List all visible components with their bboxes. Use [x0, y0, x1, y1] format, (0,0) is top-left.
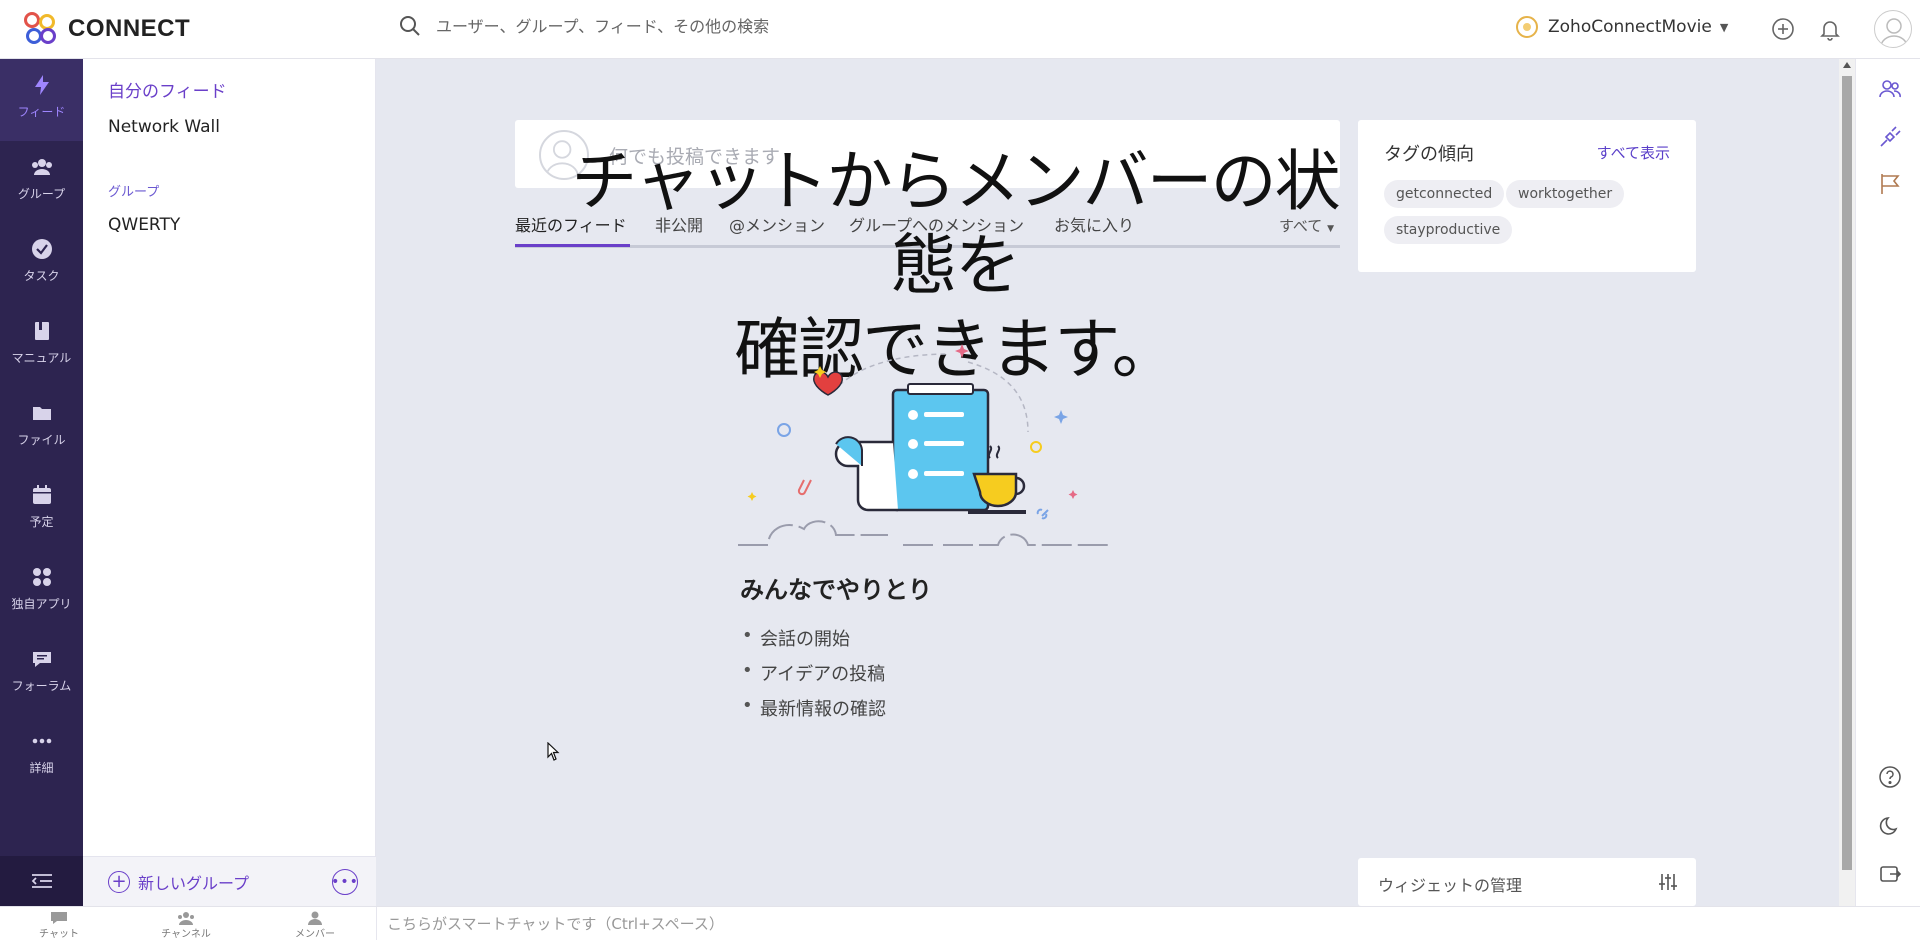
help-icon[interactable]: [1878, 765, 1902, 789]
user-silhouette-icon: [1880, 18, 1908, 47]
app-logo[interactable]: CONNECT: [22, 10, 190, 48]
add-icon[interactable]: [1770, 16, 1796, 42]
bottom-member-button[interactable]: メンバー: [275, 911, 355, 940]
search-icon: [400, 16, 420, 36]
sidebar-footer: + 新しいグループ •••: [83, 856, 376, 906]
exit-panel-icon[interactable]: [1878, 862, 1902, 886]
empty-state-title: みんなでやりとり: [740, 576, 932, 604]
nav-manual[interactable]: マニュアル: [0, 305, 83, 387]
check-circle-icon: [31, 239, 52, 259]
channel-icon: [178, 912, 194, 925]
list-item: アイデアの投稿: [742, 660, 886, 695]
network-switcher[interactable]: ZohoConnectMovie ▼: [1516, 16, 1728, 38]
more-options-icon[interactable]: •••: [331, 869, 358, 895]
nav-groups[interactable]: グループ: [0, 141, 83, 223]
chat-icon: [51, 912, 67, 924]
new-group-label: 新しいグループ: [138, 874, 250, 893]
collapse-nav-button[interactable]: [0, 856, 83, 906]
smart-chat-input[interactable]: こちらがスマートチャットです（Ctrl+スペース）: [376, 907, 1920, 940]
search-input[interactable]: [436, 16, 1036, 36]
chevron-down-icon: ▼: [1719, 20, 1729, 34]
nav-tasks[interactable]: タスク: [0, 223, 83, 305]
manual-icon: [34, 322, 49, 340]
scroll-up-arrow-icon[interactable]: [1843, 62, 1851, 68]
right-tool-rail: [1855, 59, 1920, 906]
top-bar: CONNECT ZohoConnectMovie ▼: [0, 0, 1920, 59]
manage-widgets-label: ウィジェットの管理: [1378, 876, 1523, 895]
sidebar-item-network-wall[interactable]: Network Wall: [108, 117, 220, 137]
logo-text: CONNECT: [68, 15, 191, 42]
tag-chip[interactable]: stayproductive: [1384, 216, 1513, 244]
nav-more[interactable]: 詳細: [0, 715, 83, 797]
flag-icon[interactable]: [1878, 172, 1902, 196]
list-item: 会話の開始: [742, 625, 886, 660]
nav-forum[interactable]: フォーラム: [0, 633, 83, 715]
bottom-channel-button[interactable]: チャンネル: [146, 911, 226, 940]
main-scrollbar[interactable]: [1839, 59, 1855, 906]
connect-logo-icon: [22, 10, 60, 48]
forum-icon: [32, 652, 51, 667]
new-group-button[interactable]: + 新しいグループ: [108, 870, 249, 894]
dark-mode-icon[interactable]: [1878, 814, 1902, 838]
members-icon[interactable]: [1878, 77, 1902, 101]
user-avatar[interactable]: [1874, 10, 1912, 48]
apps-icon: [32, 568, 51, 586]
plug-icon[interactable]: [1878, 125, 1902, 149]
list-item: 最新情報の確認: [742, 695, 886, 730]
nav-feed[interactable]: フィード: [0, 59, 83, 141]
tag-chip[interactable]: worktogether: [1506, 180, 1625, 208]
mouse-cursor-icon: [547, 742, 560, 761]
tag-chip[interactable]: getconnected: [1384, 180, 1505, 208]
scroll-thumb[interactable]: [1842, 76, 1852, 870]
empty-state-list: 会話の開始 アイデアの投稿 最新情報の確認: [742, 625, 886, 730]
nav-custom-apps[interactable]: 独自アプリ: [0, 551, 83, 633]
sliders-icon: [1659, 874, 1677, 890]
calendar-icon: [32, 485, 51, 504]
plus-circle-icon: +: [108, 871, 130, 893]
sidebar-item-my-feed[interactable]: 自分のフィード: [108, 77, 227, 102]
main-nav-rail: フィード グループ タスク マニュアル ファイル 予定 独自アプリ フォーラム …: [0, 59, 83, 906]
network-icon: [1516, 16, 1538, 38]
empty-feed-illustration: [738, 344, 1108, 546]
bottom-bar: チャット チャンネル メンバー こちらがスマートチャットです（Ctrl+スペース…: [0, 906, 1920, 940]
caption-line-1: チャットからメンバーの状態を: [571, 143, 1340, 304]
member-icon: [308, 911, 322, 925]
more-icon: [32, 738, 51, 744]
sidebar-item-qwerty[interactable]: QWERTY: [108, 215, 180, 235]
manage-widgets-button[interactable]: ウィジェットの管理: [1358, 858, 1696, 906]
network-name: ZohoConnectMovie: [1548, 17, 1712, 37]
bell-icon[interactable]: [1817, 16, 1843, 42]
nav-files[interactable]: ファイル: [0, 387, 83, 469]
sidebar-groups-heading: グループ: [108, 185, 160, 200]
collapse-icon: [31, 874, 52, 888]
trending-tags-widget: タグの傾向 すべて表示 getconnected worktogether st…: [1358, 120, 1696, 272]
group-icon: [31, 159, 52, 175]
view-all-link[interactable]: すべて表示: [1597, 142, 1670, 163]
lightning-icon: [34, 75, 49, 95]
folder-icon: [32, 407, 51, 420]
global-search: [398, 14, 1036, 38]
widget-title: タグの傾向: [1384, 144, 1474, 165]
nav-calendar[interactable]: 予定: [0, 469, 83, 551]
bottom-chat-button[interactable]: チャット: [19, 911, 99, 940]
feed-sidebar: 自分のフィード Network Wall グループ QWERTY + 新しいグル…: [83, 59, 376, 906]
